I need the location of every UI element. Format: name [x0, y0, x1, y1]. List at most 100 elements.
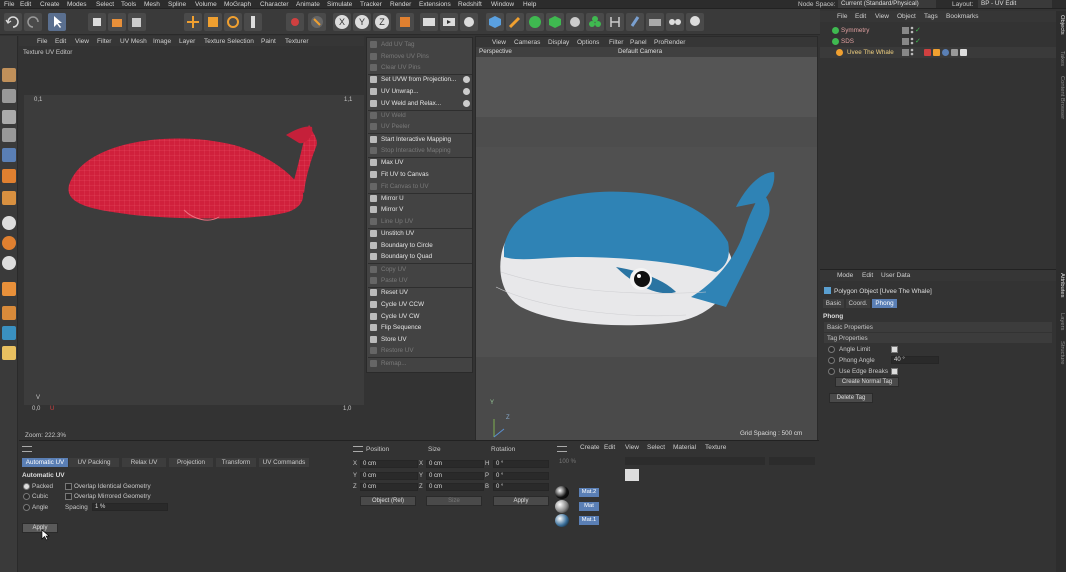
x-axis-lock-icon[interactable]: X [333, 13, 351, 31]
context-item-unstitch-uv[interactable]: Unstitch UV [368, 228, 472, 239]
material-filter-field[interactable] [625, 457, 765, 465]
context-item-max-uv[interactable]: Max UV [368, 157, 472, 168]
uv-commands-hamburger-icon[interactable] [22, 446, 32, 452]
attr-tab-phong[interactable]: Phong [872, 299, 897, 308]
material-name[interactable]: Mat.2 [579, 488, 599, 497]
material-ball-icon[interactable] [555, 500, 569, 513]
layer-icon[interactable] [902, 27, 909, 34]
delete-tag-button[interactable]: Delete Tag [829, 393, 873, 403]
viewport-menu-cameras[interactable]: Cameras [514, 38, 540, 47]
radio-packed[interactable] [23, 483, 30, 490]
visibility-dots-icon[interactable] [910, 26, 914, 35]
grid-icon[interactable] [2, 306, 16, 320]
material-name[interactable]: Mat [579, 502, 599, 511]
texture-mode-icon[interactable] [2, 169, 16, 183]
context-item-set-uvw-from-projection[interactable]: Set UVW from Projection... [368, 74, 472, 85]
enable-axis-icon[interactable] [308, 13, 326, 31]
attr-menu-edit[interactable]: Edit [862, 271, 873, 280]
visibility-dots-icon[interactable] [910, 37, 914, 46]
manager-tab-takes[interactable]: Takes [1057, 51, 1066, 66]
radio-cubic[interactable] [23, 493, 30, 500]
y-axis-lock-icon[interactable]: Y [353, 13, 371, 31]
undo-icon[interactable] [4, 13, 22, 31]
context-item-uv-weld-and-relax[interactable]: UV Weld and Relax... [368, 98, 472, 109]
attr-menu-mode[interactable]: Mode [837, 271, 853, 280]
uv-menu-file[interactable]: File [37, 37, 47, 46]
menu-volume[interactable]: Volume [195, 0, 217, 9]
uv-points-mode-icon[interactable] [2, 128, 16, 142]
use-edge-breaks-anim-dot[interactable] [828, 368, 835, 375]
angle-limit-checkbox[interactable] [891, 346, 898, 353]
material-ball-icon[interactable] [555, 486, 569, 499]
box-selection-icon[interactable] [204, 13, 222, 31]
snap-settings-icon[interactable] [2, 282, 16, 296]
object-row[interactable]: SDS ✓ [820, 36, 1056, 47]
light-icon[interactable] [666, 13, 684, 31]
om-menu-file[interactable]: File [837, 12, 847, 21]
automatic-uv-apply-button[interactable]: Apply [22, 523, 58, 533]
field-icon[interactable] [586, 13, 604, 31]
enabled-check-icon[interactable]: ✓ [915, 26, 921, 35]
use-edge-breaks-checkbox[interactable] [891, 368, 898, 375]
menu-edit[interactable]: Edit [20, 0, 31, 9]
live-selection-icon[interactable] [184, 13, 202, 31]
perspective-viewport[interactable]: View Cameras Display Options Filter Panel ProR… [475, 36, 818, 440]
create-normal-tag-button[interactable]: Create Normal Tag [835, 377, 899, 387]
uv-menu-view[interactable]: View [75, 37, 89, 46]
context-item-reset-uv[interactable]: Reset UV [368, 287, 472, 298]
menu-create[interactable]: Create [40, 0, 60, 9]
layer-icon[interactable] [902, 49, 909, 56]
context-item-start-interactive-mapping[interactable]: Start Interactive Mapping [368, 134, 472, 145]
material-hamburger-icon[interactable] [557, 446, 567, 452]
radio-angle[interactable] [23, 504, 30, 511]
context-item-mirror-u[interactable]: Mirror U [368, 193, 472, 204]
position-x-field[interactable]: 0 cm [360, 460, 418, 468]
tag-icon[interactable] [942, 49, 949, 56]
viewport-menu-options[interactable]: Options [577, 38, 599, 47]
manager-tab-structure[interactable]: Structure [1057, 341, 1066, 365]
om-menu-tags[interactable]: Tags [924, 12, 938, 21]
uv-canvas[interactable] [24, 95, 364, 405]
uv-tab-automatic-uv[interactable]: Automatic UV [22, 458, 68, 467]
menu-redshift[interactable]: Redshift [458, 0, 482, 9]
material-layer-dropdown[interactable] [769, 457, 815, 465]
layer-icon[interactable] [902, 38, 909, 45]
object-row[interactable]: Symmetry ✓ [820, 25, 1056, 36]
options-gear-icon[interactable] [463, 76, 470, 84]
coordinate-system-icon[interactable] [396, 13, 414, 31]
node-space-dropdown[interactable]: Current (Standard/Physical) [838, 0, 936, 8]
rotation-b-field[interactable]: 0 ° [493, 483, 549, 491]
angle-limit-anim-dot[interactable] [828, 346, 835, 353]
menu-select[interactable]: Select [96, 0, 114, 9]
size-x-field[interactable]: 0 cm [426, 460, 484, 468]
menu-animate[interactable]: Animate [296, 0, 320, 9]
context-item-store-uv[interactable]: Store UV [368, 334, 472, 345]
rotate-circle-icon[interactable] [224, 13, 242, 31]
menu-tools[interactable]: Tools [121, 0, 136, 9]
context-item-boundary-to-circle[interactable]: Boundary to Circle [368, 240, 472, 251]
viewport-menu-display[interactable]: Display [548, 38, 569, 47]
spacing-field[interactable]: 1 % [92, 503, 168, 511]
polygons-mode-icon[interactable] [2, 110, 16, 124]
object-row[interactable]: Uvee The Whale [820, 47, 1056, 58]
cube-primitive-icon[interactable] [486, 13, 504, 31]
tag-icon[interactable] [951, 49, 958, 56]
uv-tab-relax-uv[interactable]: Relax UV [122, 458, 166, 467]
position-z-field[interactable]: 0 cm [360, 483, 418, 491]
floor-icon[interactable] [646, 13, 664, 31]
move-tool-icon[interactable] [88, 13, 106, 31]
tag-icon[interactable] [924, 49, 931, 56]
uv-menu-layer[interactable]: Layer [179, 37, 195, 46]
menu-character[interactable]: Character [260, 0, 289, 9]
rotation-h-field[interactable]: 0 ° [493, 460, 549, 468]
scene-icon[interactable] [606, 13, 624, 31]
options-gear-icon[interactable] [463, 99, 470, 107]
phong-angle-anim-dot[interactable] [828, 357, 835, 364]
select-arrow-icon[interactable] [48, 13, 66, 31]
attr-menu-user-data[interactable]: User Data [881, 271, 910, 280]
bulb-icon[interactable] [686, 13, 704, 31]
camera-icon[interactable] [626, 13, 644, 31]
context-item-boundary-to-quad[interactable]: Boundary to Quad [368, 251, 472, 262]
options-gear-icon[interactable] [463, 88, 470, 95]
attr-tab-coord[interactable]: Coord. [846, 299, 870, 308]
